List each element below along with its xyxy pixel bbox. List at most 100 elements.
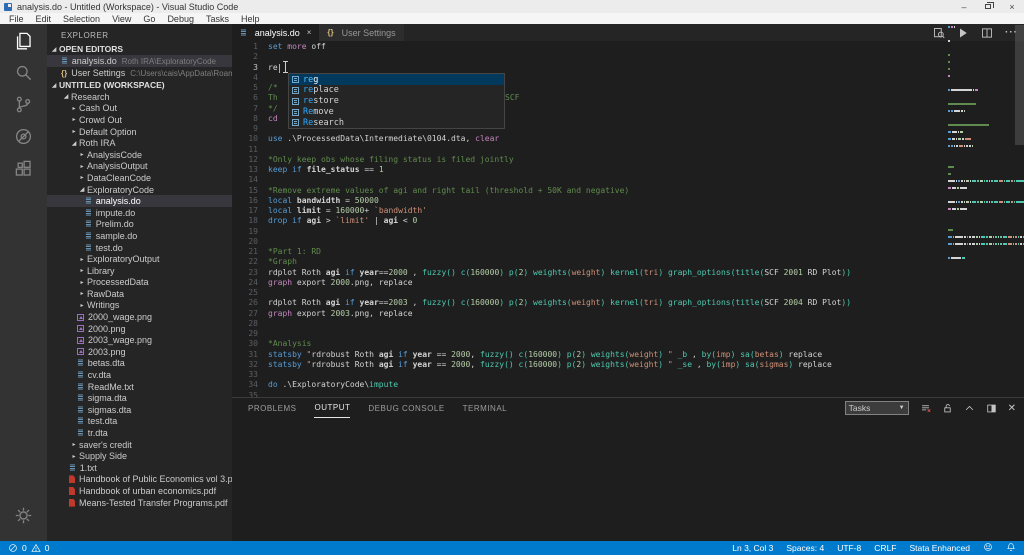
status-language-mode[interactable]: Stata Enhanced — [910, 543, 971, 553]
clear-output-icon[interactable] — [920, 403, 931, 414]
tree-item-1-txt[interactable]: ≣ 1.txt — [47, 462, 232, 474]
suggest-item[interactable]: Re move — [289, 107, 504, 118]
tree-item-readme-txt[interactable]: ≣ ReadMe.txt — [47, 381, 232, 393]
menu-view[interactable]: View — [106, 13, 137, 24]
minimap-line — [948, 173, 952, 175]
suggest-item[interactable]: re g — [289, 74, 504, 86]
close-button[interactable]: × — [1000, 0, 1024, 13]
panel-tab-terminal[interactable]: TERMINAL — [463, 398, 507, 418]
menu-selection[interactable]: Selection — [57, 13, 106, 24]
menu-edit[interactable]: Edit — [30, 13, 58, 24]
close-panel-icon[interactable]: ✕ — [1008, 403, 1016, 414]
status-eol[interactable]: CRLF — [874, 543, 896, 553]
tree-item-2000-wage-png[interactable]: 2000_wage.png — [47, 311, 232, 323]
tree-item-datacleancode[interactable]: ▸ DataCleanCode — [47, 172, 232, 184]
tree-item-2003-png[interactable]: 2003.png — [47, 346, 232, 358]
tree-item-impute-do[interactable]: ≣ impute.do — [47, 207, 232, 219]
code-line-text: set more off — [268, 42, 326, 51]
notifications-bell-icon[interactable] — [1006, 542, 1016, 554]
tree-item-handbook-of-public-economics-vol-3-pdf[interactable]: Handbook of Public Economics vol 3.pdf — [47, 474, 232, 486]
tree-item-test-do[interactable]: ≣ test.do — [47, 242, 232, 254]
scroll-lock-icon[interactable] — [942, 403, 953, 414]
activity-debug[interactable] — [0, 120, 47, 152]
tab-user-settings[interactable]: {} User Settings — [319, 24, 404, 41]
tree-item-handbook-of-urban-economics-pdf[interactable]: Handbook of urban economics.pdf — [47, 485, 232, 497]
status-cursor-position[interactable]: Ln 3, Col 3 — [732, 543, 773, 553]
status-indentation[interactable]: Spaces: 4 — [786, 543, 824, 553]
restore-button[interactable] — [976, 0, 1000, 13]
chevron-collapsed-icon: ▸ — [72, 117, 76, 124]
open-editor-item[interactable]: ≣ analysis.do Roth IRA\ExploratoryCode — [47, 55, 232, 67]
tree-item-rawdata[interactable]: ▸ RawData — [47, 288, 232, 300]
line-number: 21 — [248, 247, 258, 256]
tree-item-analysisoutput[interactable]: ▸ AnalysisOutput — [47, 161, 232, 173]
editor-scrollbar[interactable] — [1015, 25, 1024, 145]
activity-source-control[interactable] — [0, 88, 47, 120]
open-editor-item[interactable]: {} User Settings C:\Users\cais\AppData\Roa… — [47, 67, 232, 79]
tree-item-means-tested-transfer-programs-pdf[interactable]: Means-Tested Transfer Programs.pdf — [47, 497, 232, 509]
activity-search[interactable] — [0, 56, 47, 88]
tree-item-2000-png[interactable]: 2000.png — [47, 323, 232, 335]
panel-tab-problems[interactable]: PROBLEMS — [248, 398, 296, 418]
open-editors-list: ≣ analysis.do Roth IRA\ExploratoryCode{} Us… — [47, 55, 232, 79]
activity-extensions[interactable] — [0, 152, 47, 184]
tree-item-label: 1.txt — [79, 462, 97, 473]
suggest-item[interactable]: Re search — [289, 117, 504, 128]
workspace-header[interactable]: ◢ UNTITLED (WORKSPACE) — [47, 79, 232, 91]
editor-area[interactable]: ≣ analysis.do ×{} User Settings ··· 1 set mo… — [232, 24, 1024, 400]
tab-analysis-do[interactable]: ≣ analysis.do × — [232, 24, 320, 41]
tree-item-library[interactable]: ▸ Library — [47, 265, 232, 277]
tree-item-test-dta[interactable]: ≣ test.dta — [47, 416, 232, 428]
tree-item-analysiscode[interactable]: ▸ AnalysisCode — [47, 149, 232, 161]
tree-item-tr-dta[interactable]: ≣ tr.dta — [47, 427, 232, 439]
code-line-text: *Only keep obs whose filing status is fi… — [268, 154, 514, 164]
tree-item-label: test.do — [95, 242, 123, 253]
status-encoding[interactable]: UTF-8 — [837, 543, 861, 553]
code-line-text: use .\ProcessedData\Intermediate\0104.dt… — [268, 134, 500, 144]
suggest-item[interactable]: re store — [289, 96, 504, 107]
menu-file[interactable]: File — [3, 13, 30, 24]
tree-item-research[interactable]: ◢ Research — [47, 91, 232, 103]
tree-item-processeddata[interactable]: ▸ ProcessedData — [47, 277, 232, 289]
open-editors-header[interactable]: ◢ OPEN EDITORS — [47, 43, 232, 55]
menu-tasks[interactable]: Tasks — [200, 13, 235, 24]
tree-item-exploratoryoutput[interactable]: ▸ ExploratoryOutput — [47, 253, 232, 265]
tree-item-betas-dta[interactable]: ≣ betas.dta — [47, 358, 232, 370]
line-number: 25 — [248, 288, 258, 297]
tasks-dropdown[interactable]: Tasks ▼ — [844, 401, 909, 415]
settings-gear-button[interactable] — [0, 499, 47, 531]
tree-item-sigma-dta[interactable]: ≣ sigma.dta — [47, 392, 232, 404]
panel-layout-icon[interactable] — [986, 403, 997, 414]
tree-item-saver-s-credit[interactable]: ▸ saver's credit — [47, 439, 232, 451]
minimize-button[interactable]: – — [952, 0, 976, 13]
menu-debug[interactable]: Debug — [161, 13, 200, 24]
suggest-item[interactable]: re place — [289, 85, 504, 96]
tree-item-cv-dta[interactable]: ≣ cv.dta — [47, 369, 232, 381]
open-preview-icon[interactable] — [933, 27, 945, 39]
close-tab-icon[interactable]: × — [307, 28, 312, 37]
tree-item-sample-do[interactable]: ≣ sample.do — [47, 230, 232, 242]
menu-go[interactable]: Go — [137, 13, 161, 24]
problems-status[interactable]: 0 0 — [0, 543, 49, 553]
maximize-panel-icon[interactable] — [964, 403, 975, 414]
panel-tab-output[interactable]: OUTPUT — [314, 398, 351, 418]
minimap[interactable] — [948, 26, 1024, 326]
feedback-smiley-icon[interactable] — [983, 542, 993, 554]
tree-item-default-option[interactable]: ▸ Default Option — [47, 126, 232, 138]
minimap-line — [948, 145, 974, 147]
tree-item-2003-wage-png[interactable]: 2003_wage.png — [47, 334, 232, 346]
tree-item-writings[interactable]: ▸ Writings — [47, 300, 232, 312]
line-number: 22 — [248, 257, 258, 267]
tree-item-exploratorycode[interactable]: ◢ ExploratoryCode — [47, 184, 232, 196]
activity-explorer[interactable] — [0, 24, 47, 56]
tree-item-roth-ira[interactable]: ◢ Roth IRA — [47, 137, 232, 149]
tree-item-analysis-do[interactable]: ≣ analysis.do — [47, 195, 232, 207]
tree-item-cash-out[interactable]: ▸ Cash Out — [47, 103, 232, 115]
panel-tab-debug-console[interactable]: DEBUG CONSOLE — [368, 398, 444, 418]
tree-item-crowd-out[interactable]: ▸ Crowd Out — [47, 114, 232, 126]
tree-item-supply-side[interactable]: ▸ Supply Side — [47, 450, 232, 462]
menu-help[interactable]: Help — [235, 13, 266, 24]
code-editor[interactable]: 1 set more off 2 3 re 4 5 /* 6 Th SCF 7 */ 8 cd 9 10 use … — [232, 42, 946, 400]
tree-item-prelim-do[interactable]: ≣ Prelim.do — [47, 219, 232, 231]
tree-item-sigmas-dta[interactable]: ≣ sigmas.dta — [47, 404, 232, 416]
